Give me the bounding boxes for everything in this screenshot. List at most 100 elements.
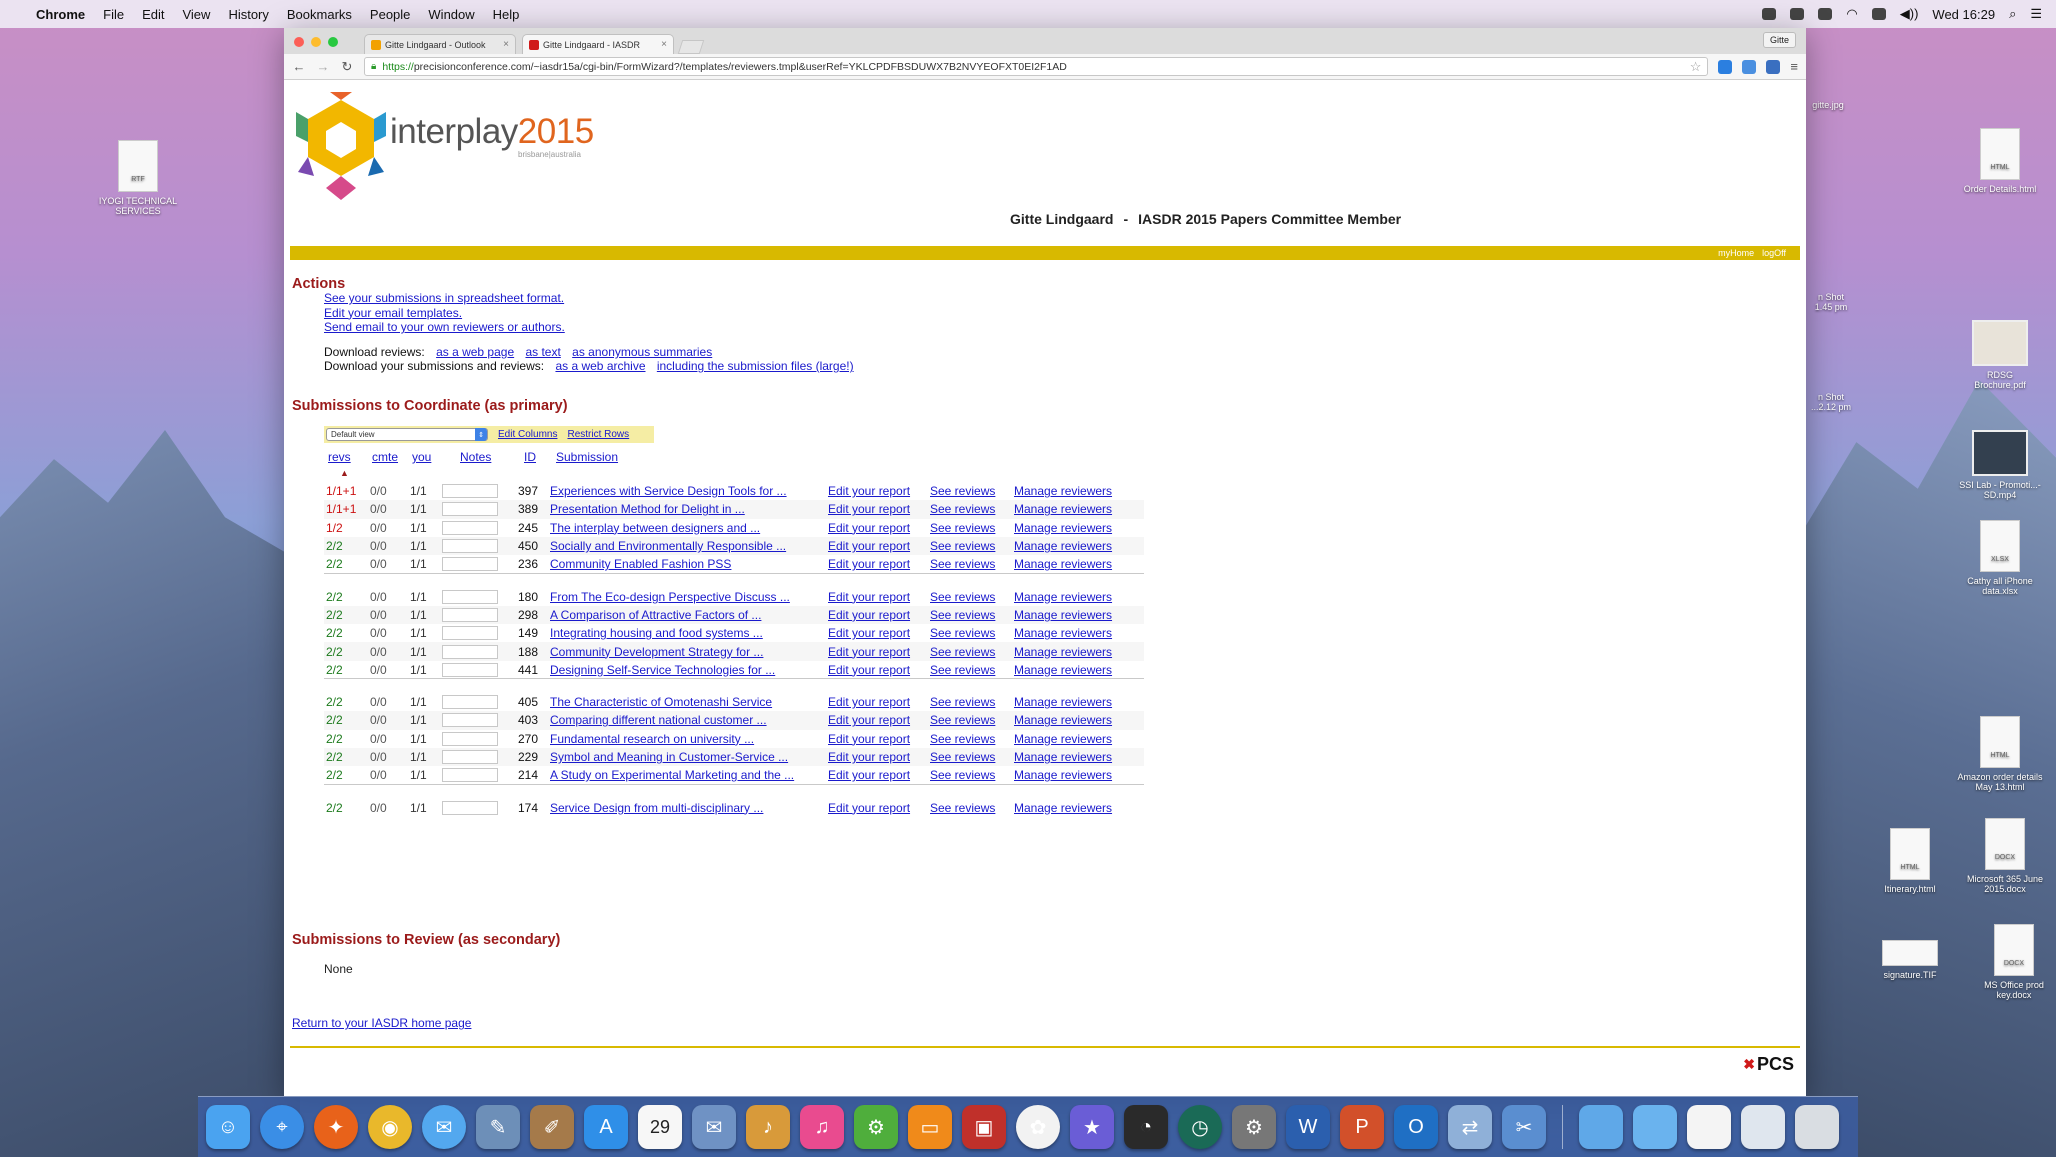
submission-title-link[interactable]: Comparing different national customer ..… (550, 713, 767, 727)
imovie-icon[interactable]: ★ (1070, 1105, 1114, 1149)
view-select[interactable]: Default view ⇕ (326, 428, 488, 441)
edit-report-link[interactable]: Edit your report (828, 713, 910, 727)
see-reviews-link[interactable]: See reviews (930, 590, 995, 604)
menu-view[interactable]: View (182, 7, 210, 22)
notes-input[interactable] (442, 800, 498, 815)
desktop-file-ms-office-key[interactable]: DOCX MS Office prod key.docx (1976, 924, 2052, 1000)
submission-title-link[interactable]: Presentation Method for Delight in ... (550, 502, 745, 516)
notes-input[interactable] (442, 484, 498, 499)
desktop-file-ssi-video[interactable]: SSI Lab - Promoti...-SD.mp4 (1950, 430, 2050, 500)
desktop-file-microsoft-365[interactable]: DOCX Microsoft 365 June 2015.docx (1960, 818, 2050, 894)
notes-input[interactable] (442, 607, 498, 622)
notes-input[interactable] (442, 713, 498, 728)
desktop-file-signature[interactable]: signature.TIF (1868, 940, 1952, 980)
see-reviews-link[interactable]: See reviews (930, 645, 995, 659)
utilities-icon[interactable]: ✂ (1502, 1105, 1546, 1149)
applications-folder-icon[interactable] (1579, 1105, 1623, 1149)
garageband-icon[interactable]: ♪ (746, 1105, 790, 1149)
chrome-icon[interactable]: ◉ (368, 1105, 412, 1149)
email-templates-link[interactable]: Edit your email templates. (324, 306, 565, 321)
edit-report-link[interactable]: Edit your report (828, 750, 910, 764)
submission-title-link[interactable]: Designing Self-Service Technologies for … (550, 663, 775, 677)
status-drive-icon[interactable] (1790, 8, 1805, 20)
submission-title-link[interactable]: Service Design from multi-disciplinary .… (550, 801, 763, 815)
desktop-file-itinerary[interactable]: HTML Itinerary.html (1868, 828, 1952, 894)
desktop-file-iyogi[interactable]: RTF IYOGI TECHNICAL SERVICES (98, 140, 178, 216)
menu-history[interactable]: History (228, 7, 268, 22)
manage-reviewers-link[interactable]: Manage reviewers (1014, 645, 1112, 659)
desktop-file-order-details[interactable]: HTML Order Details.html (1950, 128, 2050, 194)
preview-icon[interactable]: ✎ (476, 1105, 520, 1149)
col-cmte[interactable]: cmte (372, 450, 398, 464)
my-home-link[interactable]: myHome (1718, 248, 1754, 258)
volume-icon[interactable]: ◀)) (1900, 6, 1919, 22)
manage-reviewers-link[interactable]: Manage reviewers (1014, 695, 1112, 709)
log-off-link[interactable]: logOff (1762, 248, 1786, 258)
manage-reviewers-link[interactable]: Manage reviewers (1014, 801, 1112, 815)
see-reviews-link[interactable]: See reviews (930, 539, 995, 553)
download-web-page-link[interactable]: as a web page (436, 345, 514, 359)
notes-input[interactable] (442, 520, 498, 535)
notes-input[interactable] (442, 539, 498, 554)
address-bar[interactable]: 🔒︎ https://precisionconference.com/~iasd… (364, 57, 1709, 76)
col-revs[interactable]: revs (328, 450, 351, 464)
migration-icon[interactable]: ⇄ (1448, 1105, 1492, 1149)
close-window-icon[interactable] (294, 37, 304, 47)
edit-report-link[interactable]: Edit your report (828, 663, 910, 677)
notes-icon[interactable]: ✐ (530, 1105, 574, 1149)
notes-input[interactable] (442, 626, 498, 641)
downloads-stack-icon[interactable] (1741, 1105, 1785, 1149)
download-web-archive-link[interactable]: as a web archive (555, 359, 645, 373)
submission-title-link[interactable]: Community Enabled Fashion PSS (550, 557, 731, 571)
document-icon[interactable] (1687, 1105, 1731, 1149)
new-tab-button[interactable] (677, 40, 705, 54)
notes-input[interactable] (442, 695, 498, 710)
submission-title-link[interactable]: The Characteristic of Omotenashi Service (550, 695, 772, 709)
manage-reviewers-link[interactable]: Manage reviewers (1014, 521, 1112, 535)
col-you[interactable]: you (412, 450, 431, 464)
notes-input[interactable] (442, 589, 498, 604)
submission-title-link[interactable]: Symbol and Meaning in Customer-Service .… (550, 750, 788, 764)
restrict-rows-link[interactable]: Restrict Rows (567, 429, 629, 440)
desktop-file-screenshot-2[interactable]: n Shot ...2.12 pm (1808, 392, 1854, 412)
safari-icon[interactable]: ⌖ (260, 1105, 304, 1149)
edit-report-link[interactable]: Edit your report (828, 801, 910, 815)
download-text-link[interactable]: as text (525, 345, 560, 359)
submission-title-link[interactable]: Experiences with Service Design Tools fo… (550, 484, 787, 498)
manage-reviewers-link[interactable]: Manage reviewers (1014, 663, 1112, 677)
return-home-link[interactable]: Return to your IASDR home page (292, 1016, 471, 1030)
trash-icon[interactable] (1795, 1105, 1839, 1149)
mail-icon[interactable]: ✉ (692, 1105, 736, 1149)
outlook-icon[interactable]: O (1394, 1105, 1438, 1149)
desktop-file-rdsg-brochure[interactable]: RDSG Brochure.pdf (1960, 320, 2040, 390)
notes-input[interactable] (442, 750, 498, 764)
see-reviews-link[interactable]: See reviews (930, 608, 995, 622)
battery-icon[interactable] (1871, 8, 1886, 20)
notes-input[interactable] (442, 502, 498, 517)
send-email-link[interactable]: Send email to your own reviewers or auth… (324, 320, 565, 335)
manage-reviewers-link[interactable]: Manage reviewers (1014, 502, 1112, 516)
edit-report-link[interactable]: Edit your report (828, 732, 910, 746)
manage-reviewers-link[interactable]: Manage reviewers (1014, 732, 1112, 746)
col-id[interactable]: ID (524, 450, 536, 464)
profile-button[interactable]: Gitte (1762, 32, 1796, 48)
minimize-window-icon[interactable] (311, 37, 321, 47)
manage-reviewers-link[interactable]: Manage reviewers (1014, 768, 1112, 782)
submission-title-link[interactable]: Community Development Strategy for ... (550, 645, 763, 659)
back-arrow-icon[interactable]: ← (292, 59, 306, 74)
dashboard-icon[interactable]: ◔ (1124, 1105, 1168, 1149)
menu-people[interactable]: People (370, 7, 410, 22)
firefox-icon[interactable]: ✦ (314, 1105, 358, 1149)
notes-input[interactable] (442, 662, 498, 677)
time-machine-icon[interactable]: ◷ (1178, 1105, 1222, 1149)
submission-title-link[interactable]: From The Eco-design Perspective Discuss … (550, 590, 790, 604)
manage-reviewers-link[interactable]: Manage reviewers (1014, 484, 1112, 498)
edit-report-link[interactable]: Edit your report (828, 539, 910, 553)
ibooks-icon[interactable]: ▭ (908, 1105, 952, 1149)
forward-arrow-icon[interactable]: → (316, 59, 330, 74)
see-reviews-link[interactable]: See reviews (930, 801, 995, 815)
edit-report-link[interactable]: Edit your report (828, 608, 910, 622)
close-tab-icon[interactable]: × (503, 39, 509, 50)
col-submission[interactable]: Submission (556, 450, 618, 464)
submission-title-link[interactable]: A Comparison of Attractive Factors of ..… (550, 608, 761, 622)
